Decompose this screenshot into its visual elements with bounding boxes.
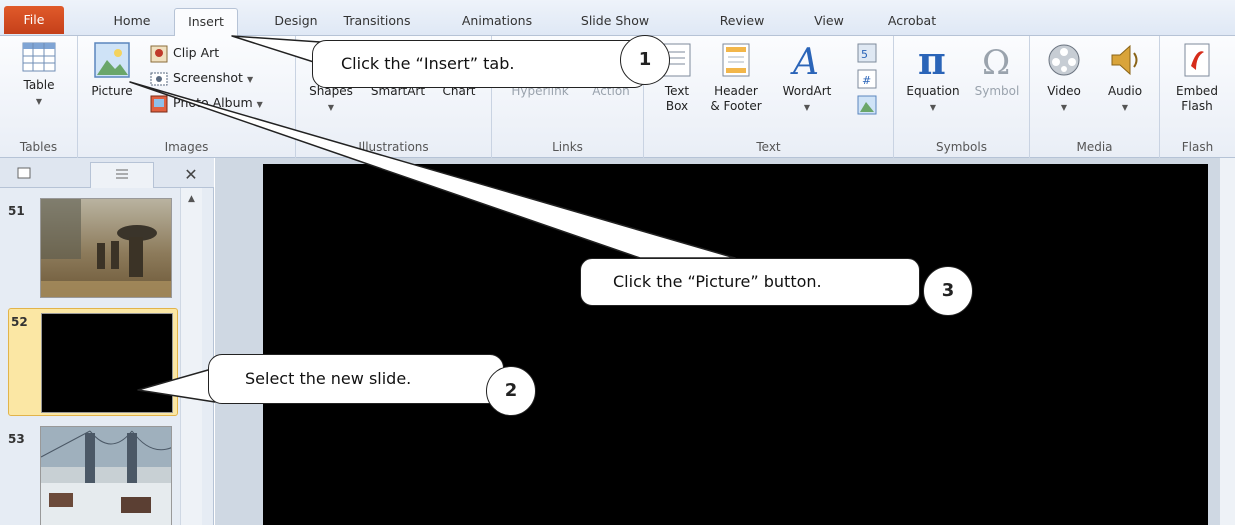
callout-1-badge: 1: [620, 35, 670, 85]
callout-3-text: Click the “Picture” button.: [613, 272, 822, 291]
callout-select-slide: Select the new slide.: [208, 354, 504, 404]
callout-picture-button: Click the “Picture” button.: [580, 258, 920, 306]
callout-1-text: Click the “Insert” tab.: [341, 54, 515, 73]
callout-2-badge: 2: [486, 366, 536, 416]
callout-2-text: Select the new slide.: [245, 369, 412, 388]
callout-3-badge: 3: [923, 266, 973, 316]
callout-insert-tab: Click the “Insert” tab.: [312, 40, 648, 88]
